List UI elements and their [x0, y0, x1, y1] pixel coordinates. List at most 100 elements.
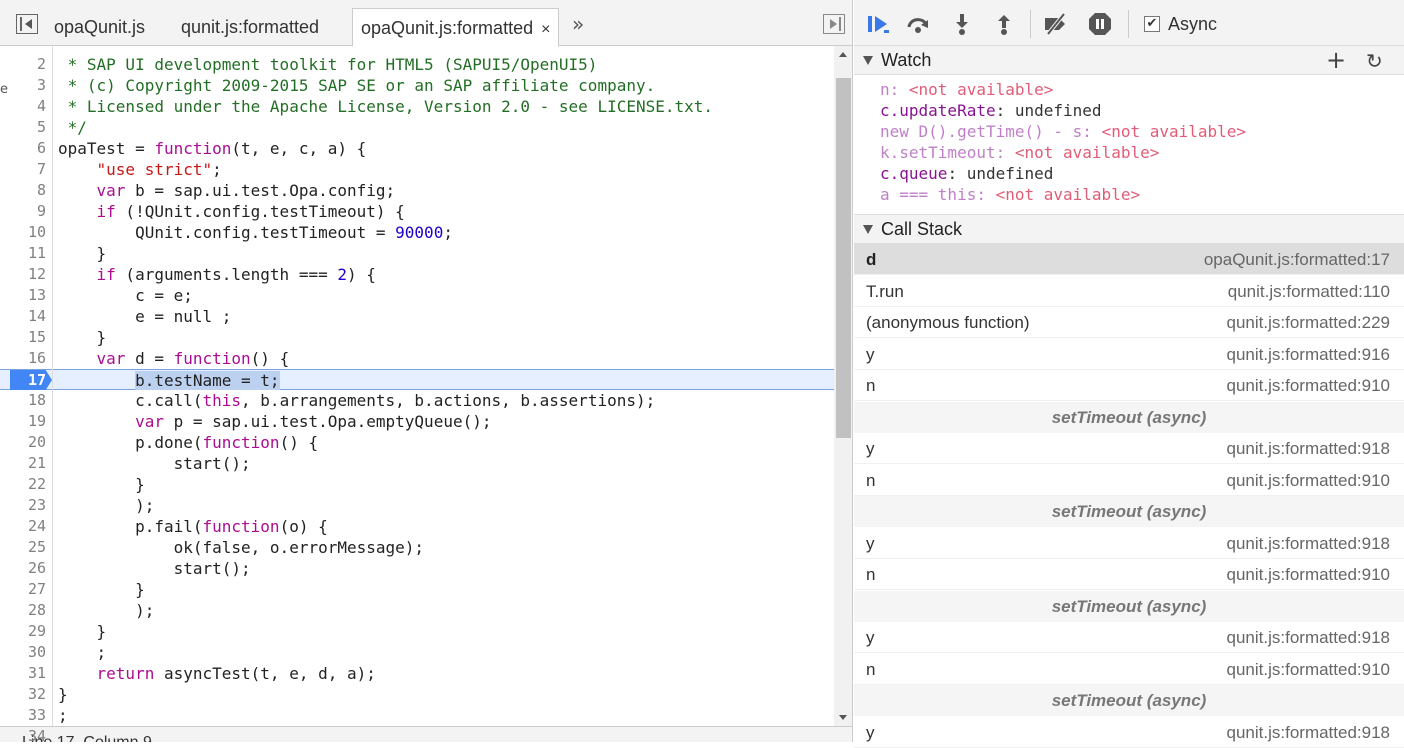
line-number[interactable]: 3: [0, 75, 46, 96]
step-into-icon[interactable]: [950, 12, 974, 36]
call-frame-location[interactable]: qunit.js:formatted:910: [1227, 654, 1390, 685]
line-number[interactable]: 9: [0, 201, 46, 222]
call-frame-location[interactable]: qunit.js:formatted:918: [1227, 622, 1390, 653]
code-line[interactable]: 2 * SAP UI development toolkit for HTML5…: [0, 54, 834, 75]
call-frame[interactable]: n qunit.js:formatted:910: [854, 465, 1404, 496]
deactivate-breakpoints-icon[interactable]: [1044, 12, 1068, 36]
code-line[interactable]: 33;: [0, 705, 834, 726]
call-frame[interactable]: d opaQunit.js:formatted:17: [854, 244, 1404, 275]
code-line[interactable]: 18 c.call(this, b.arrangements, b.action…: [0, 390, 834, 411]
code-line[interactable]: 24 p.fail(function(o) {: [0, 516, 834, 537]
code-line[interactable]: 15 }: [0, 327, 834, 348]
code-line[interactable]: 10 QUnit.config.testTimeout = 90000;: [0, 222, 834, 243]
expand-triangle-icon[interactable]: [863, 56, 873, 65]
scroll-up-icon[interactable]: [839, 52, 847, 57]
watch-section-header[interactable]: Watch + ↻: [854, 45, 1404, 75]
line-number[interactable]: 5: [0, 117, 46, 138]
line-number[interactable]: 13: [0, 285, 46, 306]
toggle-debugger-icon[interactable]: [823, 14, 845, 34]
watch-item[interactable]: c.updateRate: undefined: [880, 100, 1102, 121]
line-number[interactable]: 4: [0, 96, 46, 117]
call-frame[interactable]: n qunit.js:formatted:910: [854, 370, 1404, 401]
call-frame-location[interactable]: qunit.js:formatted:110: [1228, 276, 1390, 307]
add-watch-expression-icon[interactable]: +: [1326, 46, 1346, 74]
line-number[interactable]: 28: [0, 600, 46, 621]
line-number[interactable]: 21: [0, 453, 46, 474]
call-frame-location[interactable]: qunit.js:formatted:918: [1227, 433, 1390, 464]
code-line[interactable]: 8 var b = sap.ui.test.Opa.config;: [0, 180, 834, 201]
line-number[interactable]: 11: [0, 243, 46, 264]
line-number[interactable]: 18: [0, 390, 46, 411]
line-number[interactable]: 23: [0, 495, 46, 516]
line-number[interactable]: 17: [0, 370, 46, 391]
code-line[interactable]: 13 c = e;: [0, 285, 834, 306]
call-frame[interactable]: (anonymous function) qunit.js:formatted:2…: [854, 307, 1404, 338]
tab-opaqunit-js[interactable]: opaQunit.js: [54, 8, 145, 46]
close-tab-icon[interactable]: ×: [541, 21, 550, 38]
code-line[interactable]: 7 "use strict";: [0, 159, 834, 180]
tab-opaqunit-js-formatted[interactable]: opaQunit.js:formatted ×: [352, 8, 560, 47]
call-frame-location[interactable]: qunit.js:formatted:916: [1227, 339, 1390, 370]
refresh-watch-icon[interactable]: ↻: [1366, 49, 1383, 73]
line-number[interactable]: 34: [0, 726, 46, 742]
line-number[interactable]: 27: [0, 579, 46, 600]
code-line[interactable]: 27 }: [0, 579, 834, 600]
call-frame[interactable]: T.run qunit.js:formatted:110: [854, 276, 1404, 307]
call-stack-section-header[interactable]: Call Stack: [854, 214, 1404, 244]
tab-qunit-js-formatted[interactable]: qunit.js:formatted: [181, 8, 319, 46]
line-number[interactable]: 32: [0, 684, 46, 705]
call-frame-location[interactable]: qunit.js:formatted:918: [1227, 528, 1390, 559]
watch-item[interactable]: a === this: <not available>: [880, 184, 1140, 205]
more-tabs-button[interactable]: »: [572, 12, 584, 36]
code-line[interactable]: 6 opaTest = function(t, e, c, a) {: [0, 138, 834, 159]
call-frame[interactable]: n qunit.js:formatted:910: [854, 654, 1404, 685]
scroll-down-icon[interactable]: [839, 715, 847, 720]
call-frame-location[interactable]: qunit.js:formatted:918: [1227, 717, 1390, 748]
line-number[interactable]: 29: [0, 621, 46, 642]
code-line[interactable]: 9 if (!QUnit.config.testTimeout) {: [0, 201, 834, 222]
call-frame[interactable]: y qunit.js:formatted:918: [854, 528, 1404, 559]
line-number[interactable]: 8: [0, 180, 46, 201]
line-number[interactable]: 15: [0, 327, 46, 348]
code-area[interactable]: 2 * SAP UI development toolkit for HTML5…: [0, 46, 834, 742]
watch-item[interactable]: k.setTimeout: <not available>: [880, 142, 1159, 163]
line-number[interactable]: 33: [0, 705, 46, 726]
scrollbar-thumb[interactable]: [836, 78, 851, 438]
code-line[interactable]: 14 e = null ;: [0, 306, 834, 327]
step-over-icon[interactable]: [906, 12, 930, 36]
code-line[interactable]: 4 * Licensed under the Apache License, V…: [0, 96, 834, 117]
code-line[interactable]: 17 b.testName = t;: [0, 369, 834, 390]
call-frame[interactable]: y qunit.js:formatted:918: [854, 433, 1404, 464]
code-line[interactable]: 31 return asyncTest(t, e, d, a);: [0, 663, 834, 684]
toggle-navigator-icon[interactable]: [16, 14, 38, 34]
resume-icon[interactable]: [866, 12, 890, 36]
code-line[interactable]: 12 if (arguments.length === 2) {: [0, 264, 834, 285]
code-line[interactable]: 20 p.done(function() {: [0, 432, 834, 453]
line-number[interactable]: 25: [0, 537, 46, 558]
code-line[interactable]: 16 var d = function() {: [0, 348, 834, 369]
line-number[interactable]: 10: [0, 222, 46, 243]
watch-item[interactable]: n: <not available>: [880, 79, 1053, 100]
line-number[interactable]: 19: [0, 411, 46, 432]
call-frame-location[interactable]: opaQunit.js:formatted:17: [1204, 244, 1390, 275]
call-frame[interactable]: y qunit.js:formatted:918: [854, 717, 1404, 748]
call-frame-location[interactable]: qunit.js:formatted:229: [1227, 307, 1390, 338]
code-line[interactable]: 32}: [0, 684, 834, 705]
line-number[interactable]: 20: [0, 432, 46, 453]
code-line[interactable]: 28 );: [0, 600, 834, 621]
expand-triangle-icon[interactable]: [863, 225, 873, 234]
call-frame[interactable]: y qunit.js:formatted:918: [854, 622, 1404, 653]
watch-item[interactable]: new D().getTime() - s: <not available>: [880, 121, 1246, 142]
async-checkbox[interactable]: ✔: [1144, 16, 1160, 32]
pause-on-exceptions-icon[interactable]: [1088, 12, 1112, 36]
code-line[interactable]: 3 * (c) Copyright 2009-2015 SAP SE or an…: [0, 75, 834, 96]
line-number[interactable]: 26: [0, 558, 46, 579]
call-frame-location[interactable]: qunit.js:formatted:910: [1227, 370, 1390, 401]
call-frame-location[interactable]: qunit.js:formatted:910: [1227, 465, 1390, 496]
code-line[interactable]: 26 start();: [0, 558, 834, 579]
code-line[interactable]: 23 );: [0, 495, 834, 516]
editor-scrollbar[interactable]: [834, 46, 852, 726]
code-line[interactable]: 5 */: [0, 117, 834, 138]
line-number[interactable]: 16: [0, 348, 46, 369]
code-line[interactable]: 29 }: [0, 621, 834, 642]
